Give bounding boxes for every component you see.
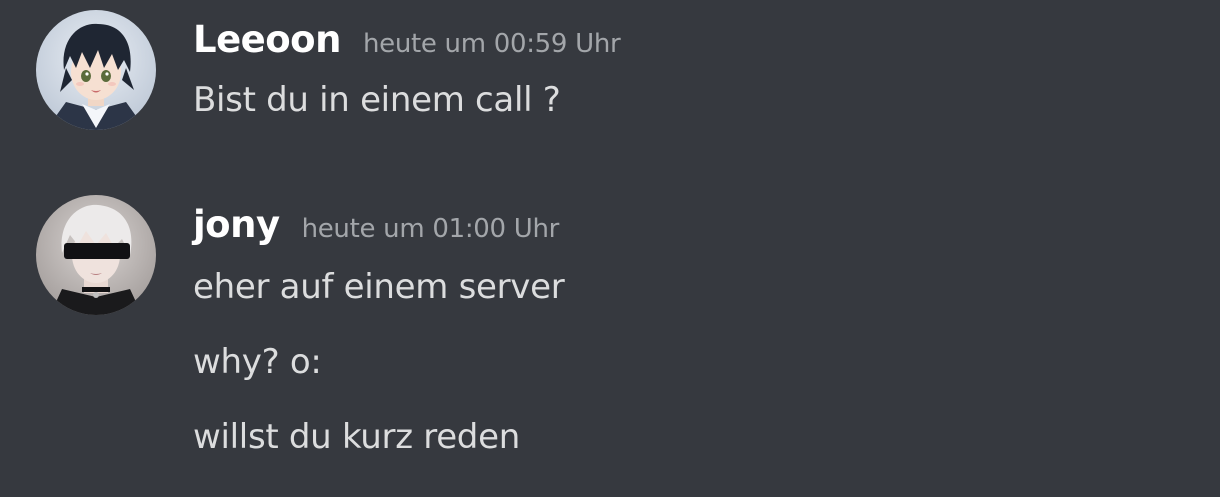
timestamp: heute um 00:59 Uhr xyxy=(362,29,621,59)
message-header: jony heute um 01:00 Uhr xyxy=(193,203,559,246)
timestamp: heute um 01:00 Uhr xyxy=(301,214,560,244)
avatar-leeoon[interactable] xyxy=(36,10,156,130)
message-text: eher auf einem server xyxy=(193,267,565,307)
avatar-jony-image xyxy=(36,195,156,315)
avatar-leeoon-image xyxy=(36,10,156,130)
message-text: willst du kurz reden xyxy=(193,417,520,457)
username[interactable]: jony xyxy=(193,203,280,246)
message-text: Bist du in einem call ? xyxy=(193,80,561,120)
message-header: Leeoon heute um 00:59 Uhr xyxy=(193,18,621,61)
message-text: why? o: xyxy=(193,342,322,382)
avatar-jony[interactable] xyxy=(36,195,156,315)
username[interactable]: Leeoon xyxy=(193,18,341,61)
